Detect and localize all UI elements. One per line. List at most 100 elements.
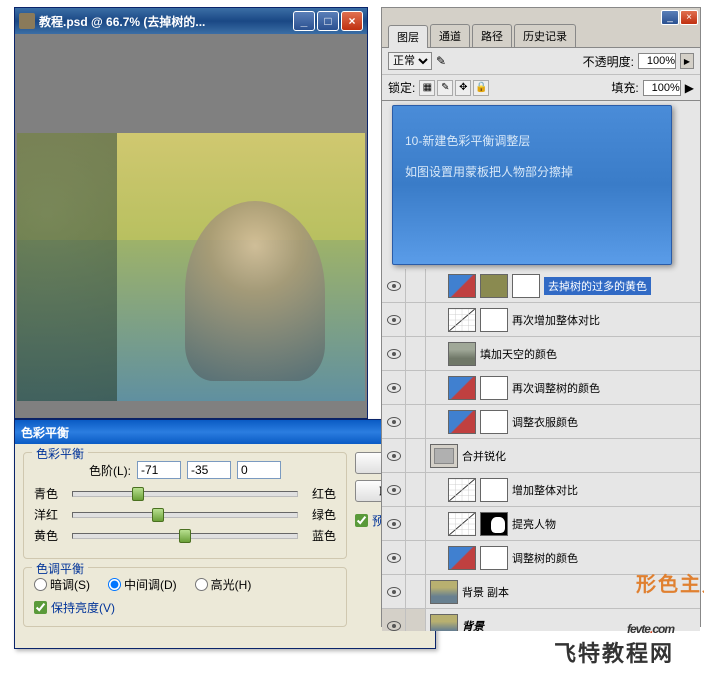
highlights-radio[interactable] <box>195 578 208 591</box>
preview-checkbox[interactable] <box>355 514 368 527</box>
curves-thumbnail[interactable] <box>448 308 476 332</box>
opacity-arrow-button[interactable]: ▶ <box>680 53 694 69</box>
layer-row[interactable]: 填加天空的颜色 <box>382 337 700 371</box>
maximize-button[interactable]: □ <box>317 11 339 31</box>
layer-name-label[interactable]: 去掉树的过多的黄色 <box>544 277 651 295</box>
layer-thumbnail[interactable] <box>430 580 458 604</box>
tab-history[interactable]: 历史记录 <box>514 24 576 47</box>
shadows-radio[interactable] <box>34 578 47 591</box>
magenta-green-slider[interactable] <box>72 512 298 518</box>
layer-name-label[interactable]: 提亮人物 <box>512 516 556 532</box>
color-balance-thumbnail[interactable] <box>448 376 476 400</box>
slider-thumb[interactable] <box>179 529 191 543</box>
layer-mask-thumbnail[interactable] <box>480 410 508 434</box>
level2-input[interactable] <box>187 461 231 479</box>
link-column[interactable] <box>406 405 426 438</box>
curves-thumbnail[interactable] <box>448 478 476 502</box>
layer-mask-thumbnail[interactable] <box>480 376 508 400</box>
layer-name-label[interactable]: 背景 <box>462 618 484 632</box>
visibility-toggle[interactable] <box>382 303 406 336</box>
visibility-toggle[interactable] <box>382 269 406 302</box>
link-column[interactable] <box>406 473 426 506</box>
document-titlebar[interactable]: 教程.psd @ 66.7% (去掉树的... _ □ × <box>15 8 367 34</box>
layer-row[interactable]: 增加整体对比 <box>382 473 700 507</box>
color-balance-thumbnail[interactable] <box>448 274 476 298</box>
minimize-button[interactable]: _ <box>293 11 315 31</box>
midtones-radio[interactable] <box>108 578 121 591</box>
tab-paths[interactable]: 路径 <box>472 24 512 47</box>
layer-row[interactable]: 提亮人物 <box>382 507 700 541</box>
layer-row[interactable]: 去掉树的过多的黄色 <box>382 269 700 303</box>
visibility-toggle[interactable] <box>382 337 406 370</box>
preserve-luminosity-checkbox[interactable] <box>34 601 47 614</box>
color-balance-thumbnail[interactable] <box>448 410 476 434</box>
layer-row[interactable]: 再次增加整体对比 <box>382 303 700 337</box>
document-canvas[interactable] <box>17 133 365 401</box>
link-column[interactable] <box>406 303 426 336</box>
layer-mask-thumbnail[interactable] <box>480 546 508 570</box>
visibility-toggle[interactable] <box>382 405 406 438</box>
layer-name-label[interactable]: 调整衣服颜色 <box>512 414 578 430</box>
link-column[interactable] <box>406 575 426 608</box>
level1-input[interactable] <box>137 461 181 479</box>
blend-mode-select[interactable]: 正常 <box>388 52 432 70</box>
link-column[interactable] <box>406 337 426 370</box>
visibility-toggle[interactable] <box>382 575 406 608</box>
layer-name-label[interactable]: 背景 副本 <box>462 584 509 600</box>
tab-layers[interactable]: 图层 <box>388 25 428 48</box>
folder-icon[interactable] <box>430 444 458 468</box>
visibility-toggle[interactable] <box>382 473 406 506</box>
layer-row[interactable]: 调整树的颜色 <box>382 541 700 575</box>
layer-mask-thumbnail[interactable] <box>480 512 508 536</box>
fill-arrow-button[interactable]: ▶ <box>685 81 694 95</box>
layer-name-label[interactable]: 增加整体对比 <box>512 482 578 498</box>
layer-name-label[interactable]: 再次增加整体对比 <box>512 312 600 328</box>
visibility-toggle[interactable] <box>382 507 406 540</box>
lock-position-icon[interactable]: ✥ <box>455 80 471 96</box>
level3-input[interactable] <box>237 461 281 479</box>
highlights-radio-label[interactable]: 高光(H) <box>195 576 252 593</box>
layer-name-label[interactable]: 调整树的颜色 <box>512 550 578 566</box>
preserve-luminosity-label[interactable]: 保持亮度(V) <box>34 599 336 616</box>
visibility-toggle[interactable] <box>382 541 406 574</box>
layer-mask-thumbnail[interactable] <box>480 478 508 502</box>
link-column[interactable] <box>406 541 426 574</box>
visibility-toggle[interactable] <box>382 609 406 631</box>
shadows-radio-label[interactable]: 暗调(S) <box>34 576 90 593</box>
lock-all-icon[interactable]: 🔒 <box>473 80 489 96</box>
fill-input[interactable] <box>643 80 681 96</box>
layer-mask-thumbnail[interactable] <box>480 308 508 332</box>
visibility-toggle[interactable] <box>382 439 406 472</box>
layer-row[interactable]: 调整衣服颜色 <box>382 405 700 439</box>
link-column[interactable] <box>406 371 426 404</box>
color-balance-thumbnail[interactable] <box>448 546 476 570</box>
close-button[interactable]: × <box>341 11 363 31</box>
slider-thumb[interactable] <box>152 508 164 522</box>
layer-name-label[interactable]: 填加天空的颜色 <box>480 346 557 362</box>
opacity-input[interactable] <box>638 53 676 69</box>
panel-minimize-button[interactable]: _ <box>661 10 679 25</box>
link-column[interactable] <box>406 269 426 302</box>
cyan-red-slider[interactable] <box>72 491 298 497</box>
midtones-radio-label[interactable]: 中间调(D) <box>108 576 177 593</box>
lock-transparency-icon[interactable]: ▦ <box>419 80 435 96</box>
layer-name-label[interactable]: 合并锐化 <box>462 448 506 464</box>
visibility-toggle[interactable] <box>382 371 406 404</box>
link-column[interactable] <box>406 439 426 472</box>
slider-thumb[interactable] <box>132 487 144 501</box>
link-column[interactable] <box>406 507 426 540</box>
tab-channels[interactable]: 通道 <box>430 24 470 47</box>
layer-mask-thumbnail[interactable] <box>512 274 540 298</box>
link-column[interactable] <box>406 609 426 631</box>
dialog-titlebar[interactable]: 色彩平衡 × <box>15 420 435 444</box>
yellow-blue-slider[interactable] <box>72 533 298 539</box>
panel-close-button[interactable]: × <box>680 10 698 25</box>
lock-pixels-icon[interactable]: ✎ <box>437 80 453 96</box>
layer-thumbnail[interactable] <box>430 614 458 632</box>
layer-row[interactable]: 再次调整树的颜色 <box>382 371 700 405</box>
layer-row[interactable]: 合并锐化 <box>382 439 700 473</box>
curves-thumbnail[interactable] <box>448 512 476 536</box>
layer-thumbnail[interactable] <box>448 342 476 366</box>
layer-name-label[interactable]: 再次调整树的颜色 <box>512 380 600 396</box>
document-icon <box>19 13 35 29</box>
